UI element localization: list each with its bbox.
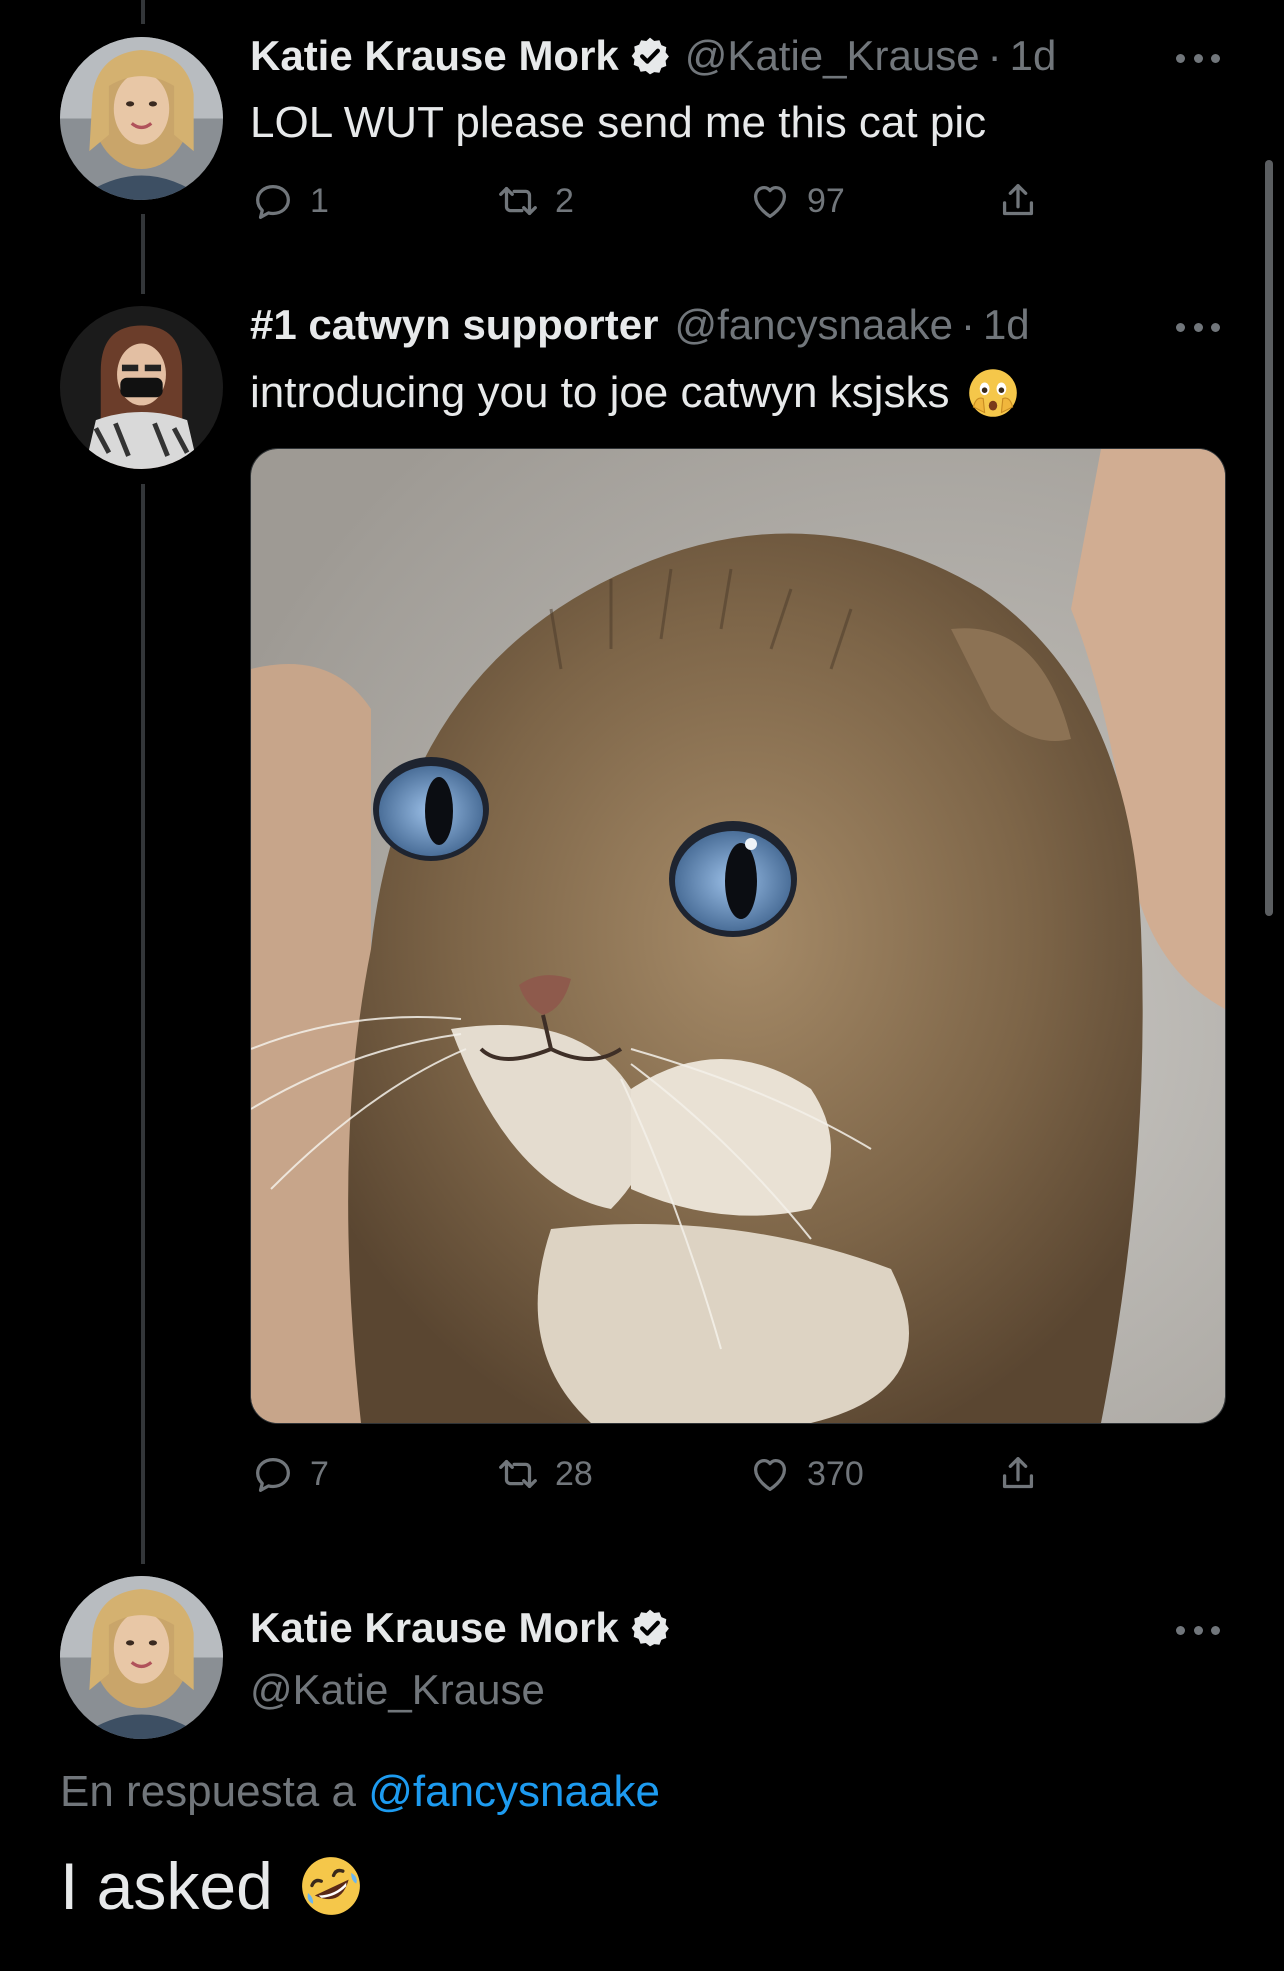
retweet-icon xyxy=(499,1459,537,1489)
more-options-icon[interactable] xyxy=(1176,321,1220,333)
retweet-button[interactable]: 2 xyxy=(495,173,574,229)
avatar-katie-image xyxy=(60,37,223,200)
retweet-count: 28 xyxy=(555,1454,593,1493)
retweet-icon xyxy=(499,186,537,216)
tweet-2-actions: 7 28 370 xyxy=(250,1446,1050,1502)
display-name[interactable]: Katie Krause Mork xyxy=(250,30,619,82)
reply-link[interactable]: @fancysnaake xyxy=(368,1767,660,1816)
avatar-katie-image xyxy=(60,1576,223,1739)
like-count: 370 xyxy=(807,1454,864,1493)
focused-tweet-text: I asked xyxy=(60,1846,365,1926)
reply-button[interactable]: 1 xyxy=(250,173,329,229)
reply-context: En respuesta a @fancysnaake xyxy=(60,1764,660,1820)
share-button[interactable] xyxy=(995,173,1055,229)
like-button[interactable]: 370 xyxy=(747,1446,864,1502)
retweet-button[interactable]: 28 xyxy=(495,1446,593,1502)
tweet-1-header: Katie Krause Mork @Katie_Krause · 1d xyxy=(250,30,1056,82)
verified-badge-icon xyxy=(629,1607,671,1649)
tweet-2-header: #1 catwyn supporter @fancysnaake · 1d xyxy=(250,299,1030,351)
avatar-fancysnaake[interactable] xyxy=(60,306,223,469)
reply-button[interactable]: 7 xyxy=(250,1446,329,1502)
tweet-2-text-content: introducing you to joe catwyn ksjsks xyxy=(250,368,950,417)
display-name[interactable]: Katie Krause Mork xyxy=(250,1602,619,1654)
heart-icon xyxy=(753,1458,787,1491)
handle[interactable]: @Katie_Krause xyxy=(685,30,980,82)
separator-dot: · xyxy=(960,301,975,348)
timestamp[interactable]: 1d xyxy=(983,299,1030,351)
reply-count: 7 xyxy=(310,1454,329,1493)
tweet-2-text: introducing you to joe catwyn ksjsks xyxy=(250,365,1021,421)
like-button[interactable]: 97 xyxy=(747,173,845,229)
like-count: 97 xyxy=(807,181,845,220)
tweet-1-text: LOL WUT please send me this cat pic xyxy=(250,98,987,147)
focused-tweet-handle-row: @Katie_Krause xyxy=(250,1664,545,1716)
focused-tweet-text-content: I asked xyxy=(60,1849,273,1923)
avatar-katie[interactable] xyxy=(60,37,223,200)
scrollbar[interactable] xyxy=(1265,160,1273,916)
avatar-katie[interactable] xyxy=(60,1576,223,1739)
handle[interactable]: @fancysnaake xyxy=(674,299,952,351)
more-options-icon[interactable] xyxy=(1176,1624,1220,1636)
cat-photo-image xyxy=(251,449,1225,1423)
reply-icon xyxy=(256,1457,290,1492)
thread-line-1 xyxy=(141,214,145,294)
handle[interactable]: @Katie_Krause xyxy=(250,1664,545,1716)
thread-line-top xyxy=(141,0,145,24)
avatar-fancysnaake-image xyxy=(60,306,223,469)
more-options-icon[interactable] xyxy=(1176,52,1220,64)
thread-line-2 xyxy=(141,484,145,1564)
display-name[interactable]: #1 catwyn supporter xyxy=(250,299,658,351)
share-button[interactable] xyxy=(995,1446,1055,1502)
retweet-count: 2 xyxy=(555,181,574,220)
verified-badge-icon xyxy=(629,35,671,77)
focused-tweet-name-row: Katie Krause Mork xyxy=(250,1602,685,1654)
share-icon xyxy=(1002,1457,1034,1489)
tweet-media-cat-photo[interactable] xyxy=(250,448,1226,1424)
separator-dot: · xyxy=(987,32,1002,79)
reply-prefix: En respuesta a xyxy=(60,1767,356,1816)
face-with-hand-over-mouth-emoji xyxy=(965,365,1021,421)
timestamp[interactable]: 1d xyxy=(1010,30,1057,82)
reply-icon xyxy=(256,184,290,219)
rolling-on-the-floor-laughing-emoji xyxy=(297,1852,365,1920)
heart-icon xyxy=(753,185,787,218)
reply-count: 1 xyxy=(310,181,329,220)
share-icon xyxy=(1002,184,1034,216)
tweet-1-actions: 1 2 97 xyxy=(250,173,1050,229)
